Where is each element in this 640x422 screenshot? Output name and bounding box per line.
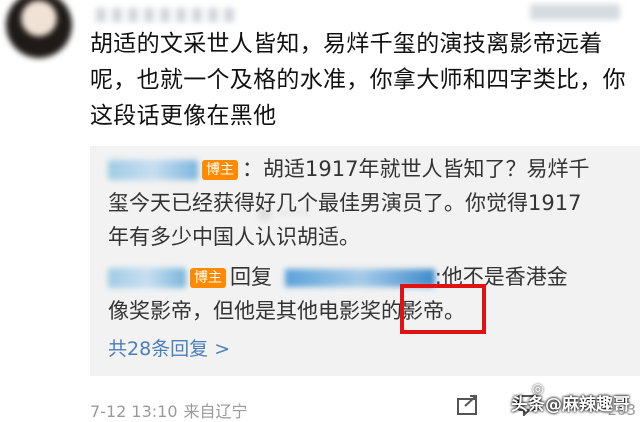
reply-2-line2: 像奖影帝，但他是其他电影奖的影帝。 — [108, 299, 465, 323]
reply-2: 博主 回复 :他不是香港金 — [108, 262, 626, 293]
top-username-blurred — [96, 8, 236, 22]
comment-date: 7-12 13:10 — [90, 402, 178, 421]
highlight-box — [400, 284, 486, 334]
more-replies-link[interactable]: 共28条回复 > — [108, 334, 230, 361]
reply-1-username-blurred[interactable] — [108, 160, 198, 180]
reply-1-text-line1: ：胡适1917年就世人皆知了？易烊千 — [242, 157, 590, 181]
reply-box: 博主 ：胡适1917年就世人皆知了？易烊千 玺今天已经获得好几个最佳男演员了。你觉… — [90, 146, 640, 376]
author-badge: 博主 — [202, 160, 238, 180]
author-badge: 博主 — [190, 268, 226, 288]
like-count: 203 — [607, 401, 636, 419]
reply-1-line3: 年有多少中国人认识胡适。 — [108, 225, 360, 249]
reply-word: 回复 — [230, 265, 272, 289]
comment-location: 来自辽宁 — [183, 402, 248, 421]
reply-2-username-blurred[interactable] — [108, 268, 186, 288]
reply-1: 博主 ：胡适1917年就世人皆知了？易烊千 — [108, 154, 626, 185]
share-icon[interactable] — [456, 394, 480, 416]
top-right-blurred — [530, 4, 620, 20]
watermark-mid: ◎ ······· — [258, 204, 310, 222]
reply-1-line2: 玺今天已经获得好几个最佳男演员了。你觉得1917 — [108, 191, 582, 215]
avatar[interactable] — [6, 0, 72, 58]
comment-text: 胡适的文采世人皆知，易烊千玺的演技离影帝远着呢，也就一个及格的水准，你拿大师和四… — [90, 31, 626, 129]
comment-footer: 7-12 13:10 来自辽宁 — [90, 398, 248, 422]
